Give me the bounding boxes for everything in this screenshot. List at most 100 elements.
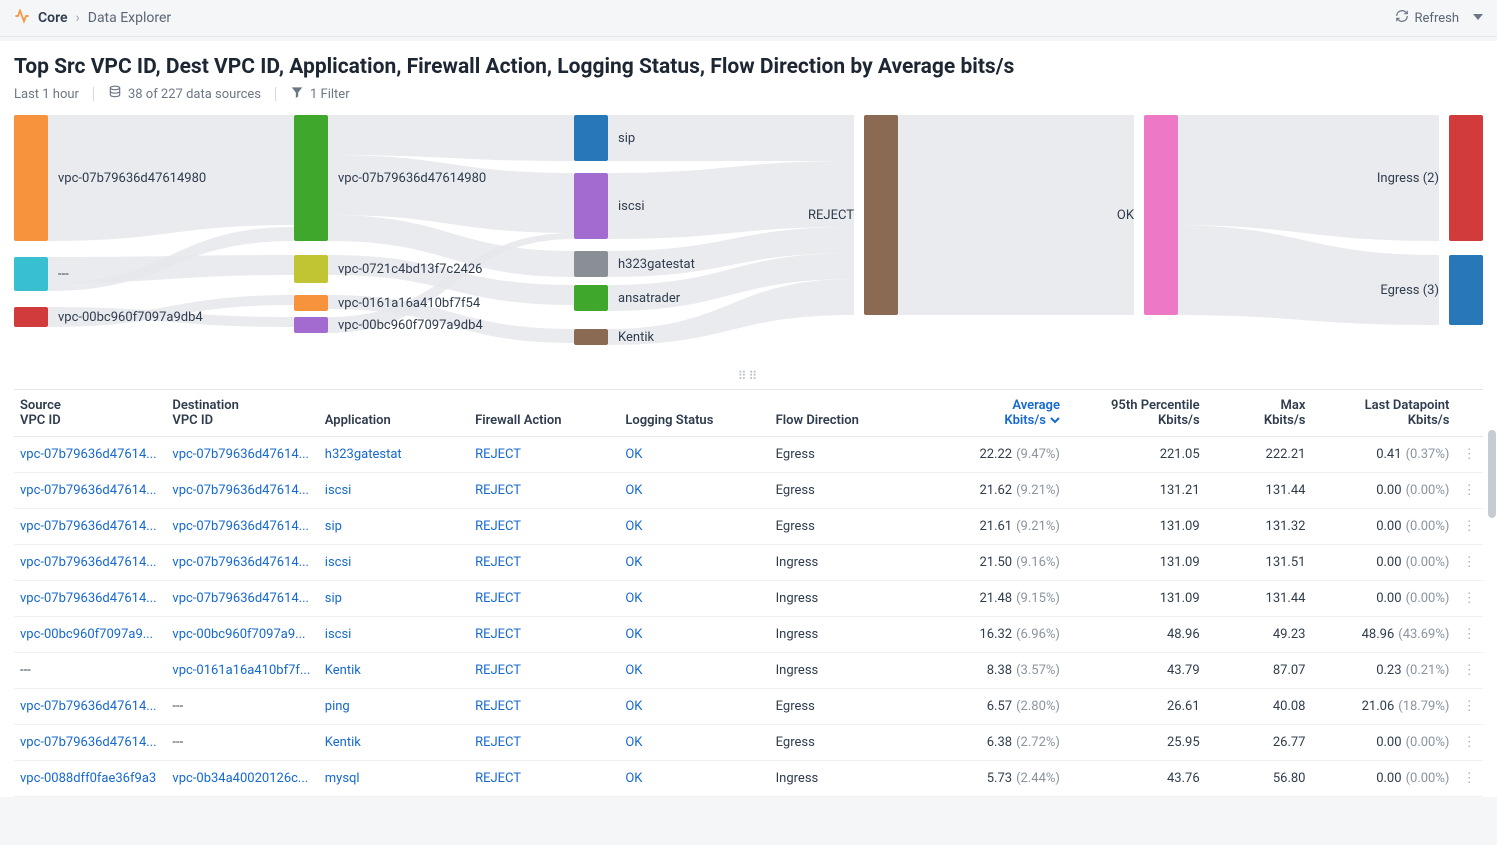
sankey-node[interactable]: Kentik bbox=[574, 329, 654, 345]
column-header[interactable]: Flow Direction bbox=[770, 390, 939, 437]
table-cell[interactable]: REJECT bbox=[469, 437, 619, 473]
row-menu-button[interactable]: ⋮ bbox=[1455, 653, 1483, 689]
row-menu-button[interactable]: ⋮ bbox=[1455, 617, 1483, 653]
table-cell[interactable]: REJECT bbox=[469, 509, 619, 545]
table-cell[interactable]: Kentik bbox=[319, 653, 469, 689]
table-cell[interactable]: REJECT bbox=[469, 473, 619, 509]
table-cell[interactable]: vpc-0161a16a410bf7f... bbox=[166, 653, 318, 689]
table-cell[interactable]: OK bbox=[619, 617, 769, 653]
column-header[interactable]: Logging Status bbox=[619, 390, 769, 437]
table-cell[interactable]: OK bbox=[619, 761, 769, 797]
row-menu-button[interactable]: ⋮ bbox=[1455, 725, 1483, 761]
table-cell[interactable]: REJECT bbox=[469, 545, 619, 581]
table-cell[interactable]: OK bbox=[619, 545, 769, 581]
table-cell[interactable]: Kentik bbox=[319, 725, 469, 761]
row-menu-button[interactable]: ⋮ bbox=[1455, 689, 1483, 725]
sankey-chart[interactable]: vpc-07b79636d47614980 --- vpc-00bc960f7097… bbox=[14, 115, 1483, 361]
table-cell[interactable]: vpc-0b34a40020126c... bbox=[166, 761, 318, 797]
table-row: vpc-07b79636d47614...vpc-07b79636d47614.… bbox=[14, 437, 1483, 473]
table-cell[interactable]: OK bbox=[619, 473, 769, 509]
sankey-node[interactable]: vpc-00bc960f7097a9db4 bbox=[14, 307, 203, 327]
row-menu-button[interactable]: ⋮ bbox=[1455, 473, 1483, 509]
column-header[interactable]: 95th PercentileKbits/s bbox=[1066, 390, 1206, 437]
column-header[interactable]: SourceVPC ID bbox=[14, 390, 166, 437]
table-cell[interactable]: OK bbox=[619, 725, 769, 761]
table-cell[interactable]: vpc-07b79636d47614... bbox=[166, 581, 318, 617]
table-cell[interactable]: iscsi bbox=[319, 617, 469, 653]
table-cell: 0.41(0.37%) bbox=[1311, 437, 1455, 473]
table-cell[interactable]: vpc-07b79636d47614... bbox=[166, 509, 318, 545]
filters[interactable]: 1 Filter bbox=[290, 85, 350, 103]
sankey-node[interactable]: iscsi bbox=[574, 173, 645, 239]
row-menu-button[interactable]: ⋮ bbox=[1455, 509, 1483, 545]
sankey-node[interactable]: --- bbox=[14, 257, 69, 291]
refresh-button[interactable]: Refresh bbox=[1395, 9, 1483, 27]
table-cell[interactable]: mysql bbox=[319, 761, 469, 797]
table-cell[interactable]: vpc-07b79636d47614... bbox=[166, 437, 318, 473]
column-header[interactable]: Application bbox=[319, 390, 469, 437]
sankey-node-label: vpc-07b79636d47614980 bbox=[58, 171, 206, 186]
sankey-node[interactable]: sip bbox=[574, 115, 635, 161]
table-cell[interactable]: sip bbox=[319, 581, 469, 617]
column-header[interactable]: AverageKbits/s bbox=[939, 390, 1066, 437]
table-cell[interactable]: vpc-07b79636d47614... bbox=[166, 473, 318, 509]
table-cell[interactable]: OK bbox=[619, 509, 769, 545]
column-header[interactable]: Firewall Action bbox=[469, 390, 619, 437]
table-cell[interactable]: vpc-07b79636d47614... bbox=[14, 581, 166, 617]
sankey-node[interactable]: REJECT bbox=[808, 115, 898, 315]
sankey-node[interactable]: vpc-07b79636d47614980 bbox=[294, 115, 486, 241]
table-cell[interactable]: vpc-07b79636d47614... bbox=[14, 473, 166, 509]
data-sources[interactable]: 38 of 227 data sources bbox=[108, 85, 261, 103]
scrollbar-thumb[interactable] bbox=[1488, 430, 1496, 518]
sankey-node[interactable]: vpc-00bc960f7097a9db4 bbox=[294, 317, 483, 333]
table-cell[interactable]: OK bbox=[619, 689, 769, 725]
table-cell[interactable]: vpc-07b79636d47614... bbox=[14, 509, 166, 545]
table-cell[interactable]: vpc-0088dff0fae36f9a3 bbox=[14, 761, 166, 797]
table-cell[interactable]: REJECT bbox=[469, 617, 619, 653]
table-cell[interactable]: OK bbox=[619, 437, 769, 473]
table-cell[interactable]: REJECT bbox=[469, 725, 619, 761]
table-cell[interactable]: vpc-07b79636d47614... bbox=[14, 545, 166, 581]
table-cell: 131.21 bbox=[1066, 473, 1206, 509]
table-cell[interactable]: vpc-07b79636d47614... bbox=[14, 689, 166, 725]
sankey-node[interactable]: Ingress (2) bbox=[1377, 115, 1483, 241]
column-header[interactable]: DestinationVPC ID bbox=[166, 390, 318, 437]
resize-handle[interactable]: ⠿⠿ bbox=[14, 367, 1483, 389]
table-cell[interactable]: iscsi bbox=[319, 473, 469, 509]
sankey-node[interactable]: vpc-0161a16a410bf7f54 bbox=[294, 295, 480, 311]
sankey-node[interactable]: Egress (3) bbox=[1380, 255, 1483, 325]
table-cell[interactable]: h323gatestat bbox=[319, 437, 469, 473]
table-cell[interactable]: OK bbox=[619, 581, 769, 617]
breadcrumb-root[interactable]: Core bbox=[38, 10, 68, 26]
table-cell[interactable]: ping bbox=[319, 689, 469, 725]
table-cell[interactable]: REJECT bbox=[469, 581, 619, 617]
breadcrumb-page[interactable]: Data Explorer bbox=[88, 10, 171, 26]
table-cell[interactable]: REJECT bbox=[469, 689, 619, 725]
table-cell[interactable]: REJECT bbox=[469, 761, 619, 797]
row-menu-button[interactable]: ⋮ bbox=[1455, 761, 1483, 797]
table-cell[interactable]: iscsi bbox=[319, 545, 469, 581]
table-cell[interactable]: vpc-07b79636d47614... bbox=[14, 725, 166, 761]
table-cell[interactable]: vpc-07b79636d47614... bbox=[166, 545, 318, 581]
sankey-node[interactable]: ansatrader bbox=[574, 285, 680, 311]
table-cell[interactable]: vpc-00bc960f7097a9... bbox=[14, 617, 166, 653]
table-cell[interactable]: vpc-07b79636d47614... bbox=[14, 437, 166, 473]
column-header[interactable]: MaxKbits/s bbox=[1206, 390, 1312, 437]
row-menu-button[interactable]: ⋮ bbox=[1455, 545, 1483, 581]
table-cell[interactable]: sip bbox=[319, 509, 469, 545]
sankey-node[interactable]: vpc-0721c4bd13f7c2426 bbox=[294, 255, 482, 283]
table-cell[interactable]: vpc-00bc960f7097a9... bbox=[166, 617, 318, 653]
sankey-node[interactable]: h323gatestat bbox=[574, 251, 695, 277]
table-cell: 0.00(0.00%) bbox=[1311, 545, 1455, 581]
column-header[interactable]: Last DatapointKbits/s bbox=[1311, 390, 1455, 437]
table-cell[interactable]: OK bbox=[619, 653, 769, 689]
table-header-row: SourceVPC IDDestinationVPC IDApplication… bbox=[14, 390, 1483, 437]
sankey-node[interactable]: OK bbox=[1117, 115, 1178, 315]
table-cell[interactable]: REJECT bbox=[469, 653, 619, 689]
caret-down-icon[interactable] bbox=[1473, 11, 1483, 26]
sankey-node-label: --- bbox=[58, 267, 69, 282]
time-range[interactable]: Last 1 hour bbox=[14, 87, 79, 102]
sankey-node[interactable]: vpc-07b79636d47614980 bbox=[14, 115, 206, 241]
row-menu-button[interactable]: ⋮ bbox=[1455, 437, 1483, 473]
row-menu-button[interactable]: ⋮ bbox=[1455, 581, 1483, 617]
